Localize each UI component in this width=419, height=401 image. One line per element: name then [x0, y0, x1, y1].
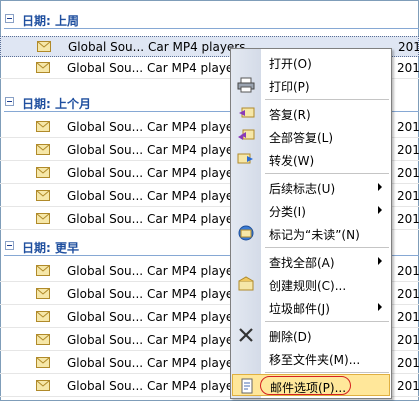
date: 2011: [397, 379, 419, 393]
menu-item-label: 打印(P): [269, 80, 310, 94]
menu-item-follow-up[interactable]: 后续标志(U): [232, 176, 390, 198]
menu-item-print[interactable]: 打印(P): [232, 74, 390, 96]
menu-item-mark-unread[interactable]: 标记为“未读”(N): [232, 222, 390, 244]
menu-separator: [265, 247, 389, 248]
envelope-icon: [36, 167, 50, 178]
menu-separator: [265, 173, 389, 174]
create-rule-icon: [238, 276, 254, 291]
collapse-toggle-icon[interactable]: [5, 14, 14, 23]
group-title: 日期: 上个月: [22, 97, 91, 111]
envelope-icon: [36, 288, 50, 299]
group-divider: [4, 28, 419, 29]
date: 2011: [397, 310, 419, 324]
sender-name: Global Sou...: [67, 61, 144, 75]
sender-name: Global Sou...: [67, 264, 144, 278]
menu-item-label: 删除(D): [269, 330, 312, 344]
menu-item-create-rule[interactable]: 创建规则(C)...: [232, 273, 390, 295]
submenu-arrow-icon: [378, 206, 382, 214]
submenu-arrow-icon: [378, 257, 382, 265]
sender-name: Global Sou...: [67, 356, 144, 370]
date: 2011: [397, 166, 419, 180]
menu-item-label: 全部答复(L): [269, 131, 334, 145]
menu-item-message-options[interactable]: 邮件选项(P)...: [232, 374, 390, 396]
sender-name: Global Sou...: [67, 333, 144, 347]
envelope-icon: [36, 265, 50, 276]
sender-name: Global Sou...: [67, 120, 144, 134]
reply-all-icon: [238, 129, 255, 140]
envelope-icon: [36, 380, 50, 391]
menu-item-reply-all[interactable]: 全部答复(L): [232, 125, 390, 147]
forward-icon: [237, 153, 253, 164]
date: 2011: [397, 143, 419, 157]
menu-item-delete[interactable]: 删除(D): [232, 324, 390, 346]
date: 2011: [397, 287, 419, 301]
sender-name: Global Sou...: [67, 166, 144, 180]
menu-separator: [265, 321, 389, 322]
menu-item-label: 转发(W): [269, 154, 315, 168]
printer-icon: [237, 77, 255, 93]
date: 2011: [397, 61, 419, 75]
menu-item-open[interactable]: 打开(O): [232, 51, 390, 73]
annotation-circle: [260, 376, 351, 395]
envelope-icon: [36, 190, 50, 201]
date: 2011: [397, 212, 419, 226]
sender-name: Global Sou...: [67, 212, 144, 226]
group-title: 日期: 更早: [22, 241, 79, 255]
menu-item-label: 分类(I): [269, 205, 306, 219]
envelope-icon: [37, 41, 51, 52]
group-title: 日期: 上周: [22, 14, 79, 28]
sender-name: Global Sou...: [67, 143, 144, 157]
envelope-icon: [36, 62, 50, 73]
delete-icon: [239, 328, 253, 342]
menu-item-find-all[interactable]: 查找全部(A): [232, 250, 390, 272]
date: 2011: [397, 264, 419, 278]
menu-item-junk-mail[interactable]: 垃圾邮件(J): [232, 296, 390, 318]
collapse-toggle-icon[interactable]: [5, 241, 14, 250]
sender-name: Global Sou...: [67, 310, 144, 324]
mark-unread-icon: [238, 225, 254, 241]
envelope-icon: [36, 357, 50, 368]
menu-item-reply[interactable]: 答复(R): [232, 102, 390, 124]
submenu-arrow-icon: [378, 183, 382, 191]
menu-item-label: 答复(R): [269, 108, 311, 122]
menu-item-categorize[interactable]: 分类(I): [232, 199, 390, 221]
reply-icon: [239, 107, 255, 118]
envelope-icon: [36, 334, 50, 345]
envelope-icon: [36, 213, 50, 224]
sender-name: Global Sou...: [67, 287, 144, 301]
envelope-icon: [36, 311, 50, 322]
menu-item-label: 垃圾邮件(J): [269, 302, 330, 316]
collapse-toggle-icon[interactable]: [5, 97, 14, 106]
mail-options-icon: [241, 378, 253, 394]
menu-item-label: 创建规则(C)...: [269, 279, 347, 293]
envelope-icon: [36, 144, 50, 155]
date: 2011: [397, 189, 419, 203]
date: 2011: [397, 356, 419, 370]
menu-item-label: 后续标志(U): [269, 182, 336, 196]
menu-item-move-to-folder[interactable]: 移至文件夹(M)...: [232, 347, 390, 369]
menu-item-label: 打开(O): [269, 57, 312, 71]
menu-separator: [265, 372, 389, 373]
menu-item-label: 标记为“未读”(N): [269, 228, 360, 242]
date: 2011: [398, 40, 419, 54]
menu-item-label: 查找全部(A): [269, 256, 335, 270]
sender-name: Global Sou...: [67, 379, 144, 393]
sender-name: Global Sou...: [68, 40, 145, 54]
date: 2011: [397, 120, 419, 134]
menu-item-label: 移至文件夹(M)...: [269, 353, 361, 367]
date: 2011: [397, 333, 419, 347]
menu-item-forward[interactable]: 转发(W): [232, 148, 390, 170]
sender-name: Global Sou...: [67, 189, 144, 203]
group-header-last-week[interactable]: 日期: 上周: [0, 10, 419, 30]
menu-separator: [265, 99, 389, 100]
envelope-icon: [36, 121, 50, 132]
context-menu: 打开(O) 打印(P) 答复(R) 全部答复(L) 转发(W) 后续标志(U) …: [230, 48, 392, 399]
submenu-arrow-icon: [378, 303, 382, 311]
